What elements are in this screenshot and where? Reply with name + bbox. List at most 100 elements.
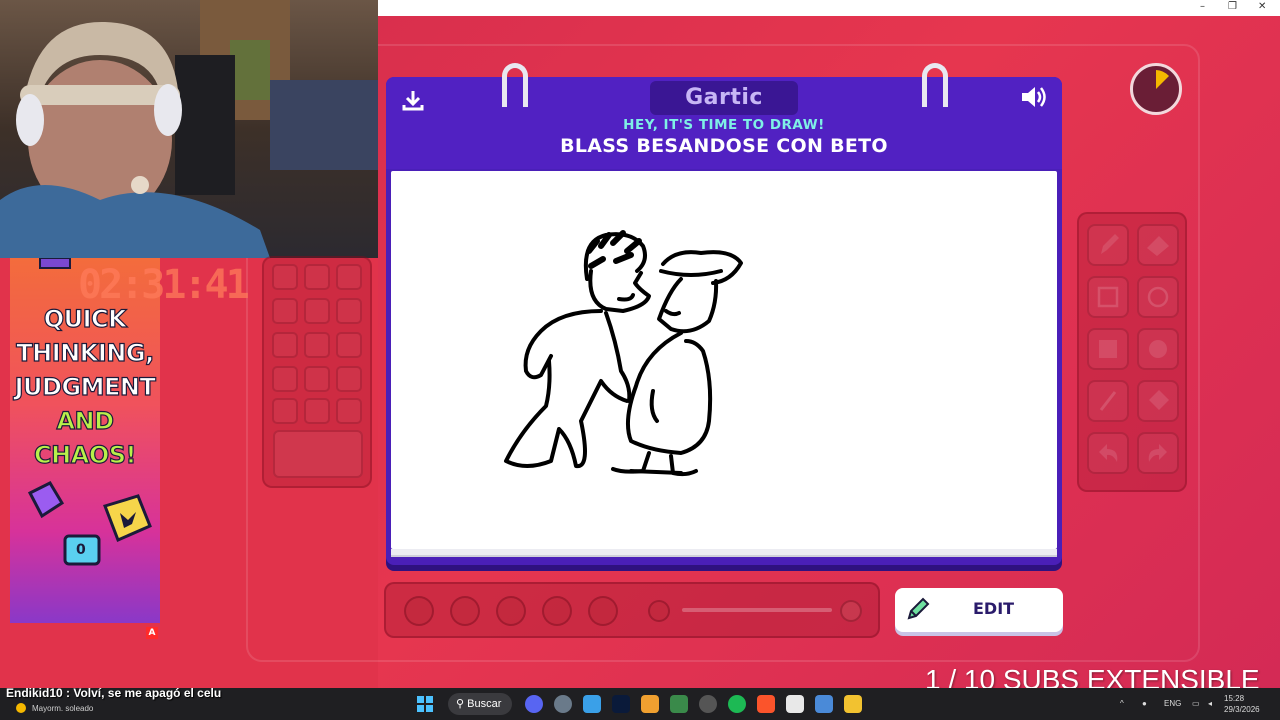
prompt-subtitle: HEY, IT'S TIME TO DRAW!	[623, 117, 825, 133]
tool-pencil[interactable]	[1087, 224, 1129, 266]
rectangle-icon	[1097, 286, 1119, 308]
chat-message: Endikid10 : Volví, se me apagó el celu	[6, 686, 222, 700]
tool-circle-outline[interactable]	[1137, 276, 1179, 318]
tool-eraser[interactable]	[1137, 224, 1179, 266]
minimize-button[interactable]: –	[1200, 1, 1205, 12]
palette-color[interactable]	[304, 332, 330, 358]
promo-decoration-icons	[27, 258, 152, 566]
maximize-button[interactable]: ❐	[1228, 1, 1237, 12]
obs-icon[interactable]	[699, 695, 717, 713]
taskbar-search[interactable]: ⚲ Buscar	[448, 693, 512, 715]
language-indicator[interactable]: ENG	[1164, 699, 1181, 708]
palette-color[interactable]	[336, 332, 362, 358]
drawing-panel: Gartic HEY, IT'S TIME TO DRAW! BLASS BES…	[386, 63, 1062, 565]
palette-color[interactable]	[272, 366, 298, 392]
edit-label: EDIT	[973, 599, 1015, 618]
sketch-drawing	[504, 230, 743, 477]
speaker-icon[interactable]: ◂	[1208, 699, 1212, 708]
circle-icon	[1147, 286, 1169, 308]
pencil-icon	[905, 596, 931, 625]
spotify-icon[interactable]	[728, 695, 746, 713]
palette-color[interactable]	[336, 298, 362, 324]
palette-color[interactable]	[272, 264, 298, 290]
volume-icon[interactable]	[1020, 85, 1048, 113]
windows-start-icon[interactable]	[417, 696, 433, 716]
brush-size-option[interactable]	[450, 596, 480, 626]
network-icon[interactable]: ▭	[1192, 699, 1200, 708]
palette-color[interactable]	[272, 398, 298, 424]
filled-rectangle-icon	[1099, 340, 1117, 358]
close-button[interactable]: ✕	[1258, 1, 1266, 12]
undo-icon	[1099, 444, 1118, 462]
weather-text: Mayorm. soleado	[32, 704, 94, 713]
settings-icon[interactable]	[554, 695, 572, 713]
fill-bucket-icon	[1149, 390, 1169, 410]
opacity-slider[interactable]	[682, 608, 832, 612]
streamer-silhouette	[0, 0, 378, 258]
line-icon	[1099, 391, 1117, 411]
brave-icon[interactable]	[757, 695, 775, 713]
palette-color[interactable]	[304, 366, 330, 392]
filled-circle-icon	[1149, 340, 1167, 358]
promo-dice-value: 0	[76, 542, 86, 558]
promo-banner: QUICK THINKING, JUDGMENT AND CHAOS! 0	[10, 258, 160, 623]
binder-ring-left	[502, 63, 528, 107]
stream-timer: 02:31:41	[78, 262, 250, 308]
app-icon[interactable]	[641, 695, 659, 713]
webcam-feed	[0, 0, 378, 258]
timer-icon	[1156, 70, 1169, 89]
app-icon[interactable]	[583, 695, 601, 713]
app-icon[interactable]	[815, 695, 833, 713]
clock-date[interactable]: 29/3/2026	[1224, 705, 1260, 714]
tray-chevron-icon[interactable]: ^	[1120, 699, 1124, 708]
edit-button[interactable]: EDIT	[895, 588, 1063, 632]
palette-color[interactable]	[336, 264, 362, 290]
canvas-paper-edge	[391, 549, 1057, 557]
weather-icon	[14, 700, 28, 719]
tool-fill[interactable]	[1137, 380, 1179, 422]
palette-color[interactable]	[272, 332, 298, 358]
brush-size-bar	[384, 582, 880, 638]
palette-color[interactable]	[336, 398, 362, 424]
tools-panel	[1077, 212, 1187, 492]
clock-time[interactable]: 15:28	[1224, 694, 1244, 703]
tool-redo[interactable]	[1137, 432, 1179, 474]
prompt-title: BLASS BESANDOSE CON BETO	[560, 135, 888, 157]
drawing-canvas[interactable]	[391, 171, 1057, 549]
file-explorer-icon[interactable]	[844, 695, 862, 713]
pencil-icon	[1101, 234, 1119, 254]
opacity-min-dot	[648, 600, 670, 622]
tool-line[interactable]	[1087, 380, 1129, 422]
tool-rectangle-filled[interactable]	[1087, 328, 1129, 370]
search-icon: ⚲	[456, 698, 465, 710]
palette-color[interactable]	[304, 264, 330, 290]
banner-badge: A	[146, 627, 158, 639]
tool-circle-filled[interactable]	[1137, 328, 1179, 370]
redo-icon	[1148, 444, 1167, 462]
app-icon[interactable]	[670, 695, 688, 713]
brush-size-option[interactable]	[588, 596, 618, 626]
opacity-slider-handle[interactable]	[840, 600, 862, 622]
download-icon[interactable]	[402, 89, 424, 115]
palette-color[interactable]	[336, 366, 362, 392]
store-icon[interactable]	[786, 695, 804, 713]
tool-undo[interactable]	[1087, 432, 1129, 474]
discord-icon[interactable]	[525, 695, 543, 713]
round-timer	[1130, 63, 1182, 115]
search-label: Buscar	[467, 698, 502, 710]
binder-ring-right	[922, 63, 948, 107]
palette-color[interactable]	[304, 398, 330, 424]
brush-size-option[interactable]	[496, 596, 526, 626]
photoshop-icon[interactable]	[612, 695, 630, 713]
brush-size-option[interactable]	[542, 596, 572, 626]
palette-color[interactable]	[272, 298, 298, 324]
color-palette	[262, 256, 372, 488]
browser-top-strip: – ❐ ✕	[378, 0, 1280, 16]
palette-color[interactable]	[304, 298, 330, 324]
eraser-icon	[1147, 236, 1169, 256]
gartic-logo: Gartic	[650, 81, 798, 115]
brush-size-option[interactable]	[404, 596, 434, 626]
microphone-icon[interactable]: ●	[1142, 699, 1147, 708]
tool-rectangle-outline[interactable]	[1087, 276, 1129, 318]
custom-color-swatch[interactable]	[273, 430, 363, 478]
